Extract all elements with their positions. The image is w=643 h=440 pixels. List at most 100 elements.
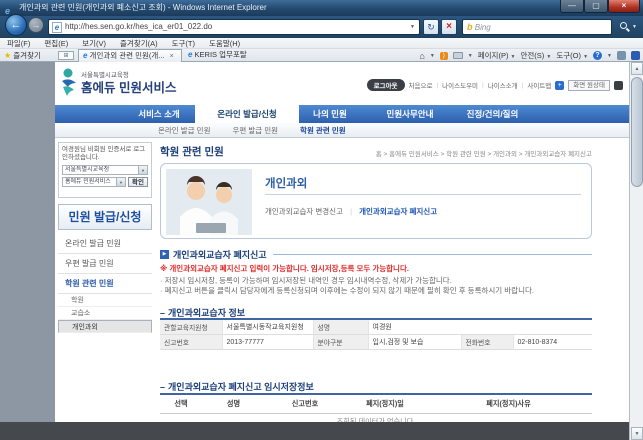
- info-value: 02-810-8374: [513, 334, 592, 350]
- subnav-academy-minwon[interactable]: 학원 관련 민원: [300, 125, 346, 136]
- minimize-button[interactable]: —: [560, 0, 584, 13]
- util-sitemap-link[interactable]: 사이트맵: [527, 80, 551, 90]
- tab-active[interactable]: e 개인과외 관련 민원(개... ×: [78, 49, 182, 62]
- screen-reset-button[interactable]: 화면 원상태: [568, 79, 610, 91]
- util-neis-intro-link[interactable]: 나이스소개: [488, 80, 518, 90]
- search-button[interactable]: ▼: [616, 19, 640, 35]
- sidebar-item-online-issue[interactable]: 온라인 발급 민원: [58, 234, 152, 254]
- sidebar-item-gyoseupso[interactable]: 교습소: [58, 307, 152, 320]
- ie-page-icon: e: [83, 51, 88, 60]
- nav-service-intro[interactable]: 서비스 소개: [119, 105, 199, 123]
- divider: |: [350, 207, 353, 216]
- back-button[interactable]: ←: [5, 14, 27, 36]
- bing-logo-icon: b: [467, 22, 473, 32]
- menu-tools[interactable]: 도구(T): [165, 38, 202, 49]
- search-input[interactable]: b Bing: [462, 19, 612, 35]
- breadcrumb: 홈 > 홈에듀 민원서비스 > 학원 관련 민원 > 개인과외 > 개인과외교습…: [375, 151, 592, 158]
- stop-button[interactable]: ×: [441, 19, 457, 35]
- nav-minwon-guide[interactable]: 민원사무안내: [370, 105, 450, 123]
- address-input[interactable]: e http://hes.sen.go.kr/hes_ica_er01_022.…: [48, 19, 420, 35]
- tab-inactive[interactable]: e KERIS 업무포탈: [184, 49, 282, 62]
- info-value: 입시,검정 및 보습: [368, 334, 462, 350]
- util-neis-helper-link[interactable]: 나이스도우미: [442, 80, 478, 90]
- col-name: 성명: [202, 394, 265, 414]
- address-dropdown-icon[interactable]: ▼: [406, 19, 419, 35]
- scroll-up-icon[interactable]: ▲: [631, 62, 643, 75]
- tools-menu-button[interactable]: 도구(O) ▼: [556, 50, 588, 61]
- col-report-number: 신고번호: [265, 394, 345, 414]
- table-header-row: 선택 성명 신고번호 폐지(정지)일 폐지(정지)사유: [160, 394, 592, 414]
- screen-option-icon[interactable]: [614, 80, 623, 90]
- service-select[interactable]: 홈에듀 민원서비스: [62, 176, 118, 187]
- nav-online-issue[interactable]: 온라인 발급/신청: [195, 105, 299, 123]
- close-report-link[interactable]: 개인과외교습자 폐지신고: [359, 207, 437, 216]
- star-icon: ★: [4, 51, 12, 60]
- saved-report-table: 선택 성명 신고번호 폐지(정지)일 폐지(정지)사유 조회된 데이터가 없습니…: [160, 393, 592, 422]
- quick-tabs-icon[interactable]: ⊞: [58, 51, 74, 60]
- home-icon[interactable]: ⌂: [419, 51, 424, 61]
- sidebar-item-mail-issue[interactable]: 우편 발급 민원: [58, 254, 152, 274]
- chevron-down-icon: ▼: [467, 52, 473, 59]
- intro-box: 개인과외 개인과외교습자 변경신고 | 개인과외교습자 폐지신고: [160, 163, 592, 239]
- messenger-icon[interactable]: [631, 51, 640, 60]
- section-report-title: 개인과외교습자 폐지신고: [173, 250, 267, 260]
- refresh-button[interactable]: ↻: [423, 19, 439, 35]
- page-menu-button[interactable]: 페이지(P) ▼: [478, 50, 516, 61]
- print-icon[interactable]: [452, 52, 463, 59]
- menu-view[interactable]: 보기(V): [75, 38, 113, 49]
- login-message: 여경원님 비회원 인증서로 로그인하셨습니다.: [62, 146, 146, 162]
- chevron-down-icon: ▼: [429, 52, 435, 59]
- sidebar-item-academy-minwon[interactable]: 학원 관련 민원: [58, 274, 152, 294]
- address-bar-row: ← → e http://hes.sen.go.kr/hes_ica_er01_…: [0, 14, 643, 38]
- favorites-button[interactable]: ★ 즐겨찾기: [4, 49, 41, 62]
- scrollbar-thumb[interactable]: [631, 77, 643, 187]
- menu-file[interactable]: 파일(F): [0, 38, 37, 49]
- close-button[interactable]: ×: [608, 0, 640, 13]
- maximize-button[interactable]: ▢: [584, 0, 608, 13]
- info-label: 분야구분: [313, 334, 369, 350]
- chevron-down-icon[interactable]: ▼: [139, 164, 148, 175]
- utility-links: 로그아웃 처음으로 | 나이스도우미 | 나이스소개 | 사이트맵 + 화면 원상태: [366, 79, 623, 91]
- menu-edit[interactable]: 편집(E): [37, 38, 75, 49]
- nav-my-minwon[interactable]: 나의 민원: [295, 105, 365, 123]
- command-bar: ⌂ ▼ ) ▼ 페이지(P) ▼ 안전(S) ▼ 도구(O) ▼ ? ▼: [419, 49, 640, 62]
- vertical-scrollbar[interactable]: ▲ ▼: [629, 62, 643, 440]
- info-label: 성명: [313, 319, 369, 335]
- divider: |: [521, 81, 524, 89]
- sidebar-item-academy[interactable]: 학원: [58, 294, 152, 307]
- safety-menu-button[interactable]: 안전(S) ▼: [521, 50, 552, 61]
- intro-title: 개인과외: [265, 178, 308, 190]
- forward-button[interactable]: →: [28, 17, 44, 33]
- favorites-label: 즐겨찾기: [13, 51, 41, 60]
- subnav-mail-issue[interactable]: 우편 발급 민원: [232, 125, 278, 136]
- nav-petition[interactable]: 진정/건의/질의: [450, 105, 535, 123]
- col-close-reason: 폐지(정지)사유: [425, 394, 592, 414]
- chevron-down-icon[interactable]: ▼: [117, 176, 127, 187]
- divider: [272, 254, 592, 255]
- chevron-down-icon: ▼: [546, 54, 552, 60]
- help-icon[interactable]: ?: [593, 51, 603, 60]
- info-label: 전화번호: [461, 334, 514, 350]
- zoom-plus-icon[interactable]: +: [555, 80, 565, 90]
- info-value: 2013-77777: [222, 334, 314, 350]
- menu-help[interactable]: 도움말(H): [202, 38, 247, 49]
- confirm-button[interactable]: 확인: [128, 176, 148, 187]
- sub-nav: 온라인 발급 민원 우편 발급 민원 학원 관련 민원: [55, 123, 629, 138]
- search-icon: [620, 22, 627, 29]
- tab-inactive-label: KERIS 업무포탈: [194, 50, 247, 59]
- sidebar-item-private-tutoring[interactable]: 개인과외: [58, 320, 152, 333]
- addon-icon[interactable]: [617, 51, 626, 60]
- logout-button[interactable]: 로그아웃: [366, 79, 405, 91]
- section-dash-icon: –: [160, 307, 166, 318]
- subnav-online-issue[interactable]: 온라인 발급 민원: [158, 125, 210, 136]
- util-home-link[interactable]: 처음으로: [409, 80, 433, 90]
- change-report-link[interactable]: 개인과외교습자 변경신고: [265, 207, 343, 216]
- menu-favorites[interactable]: 즐겨찾기(A): [113, 38, 165, 49]
- chevron-down-icon: ▼: [583, 54, 589, 60]
- col-select: 선택: [160, 394, 202, 414]
- tab-close-icon[interactable]: ×: [167, 53, 174, 60]
- scroll-down-icon[interactable]: ▼: [631, 427, 643, 440]
- service-name[interactable]: 홈에듀 민원서비스: [81, 77, 176, 96]
- feed-icon[interactable]: ): [439, 51, 448, 60]
- org-select[interactable]: 서울특별시교육청: [62, 164, 139, 175]
